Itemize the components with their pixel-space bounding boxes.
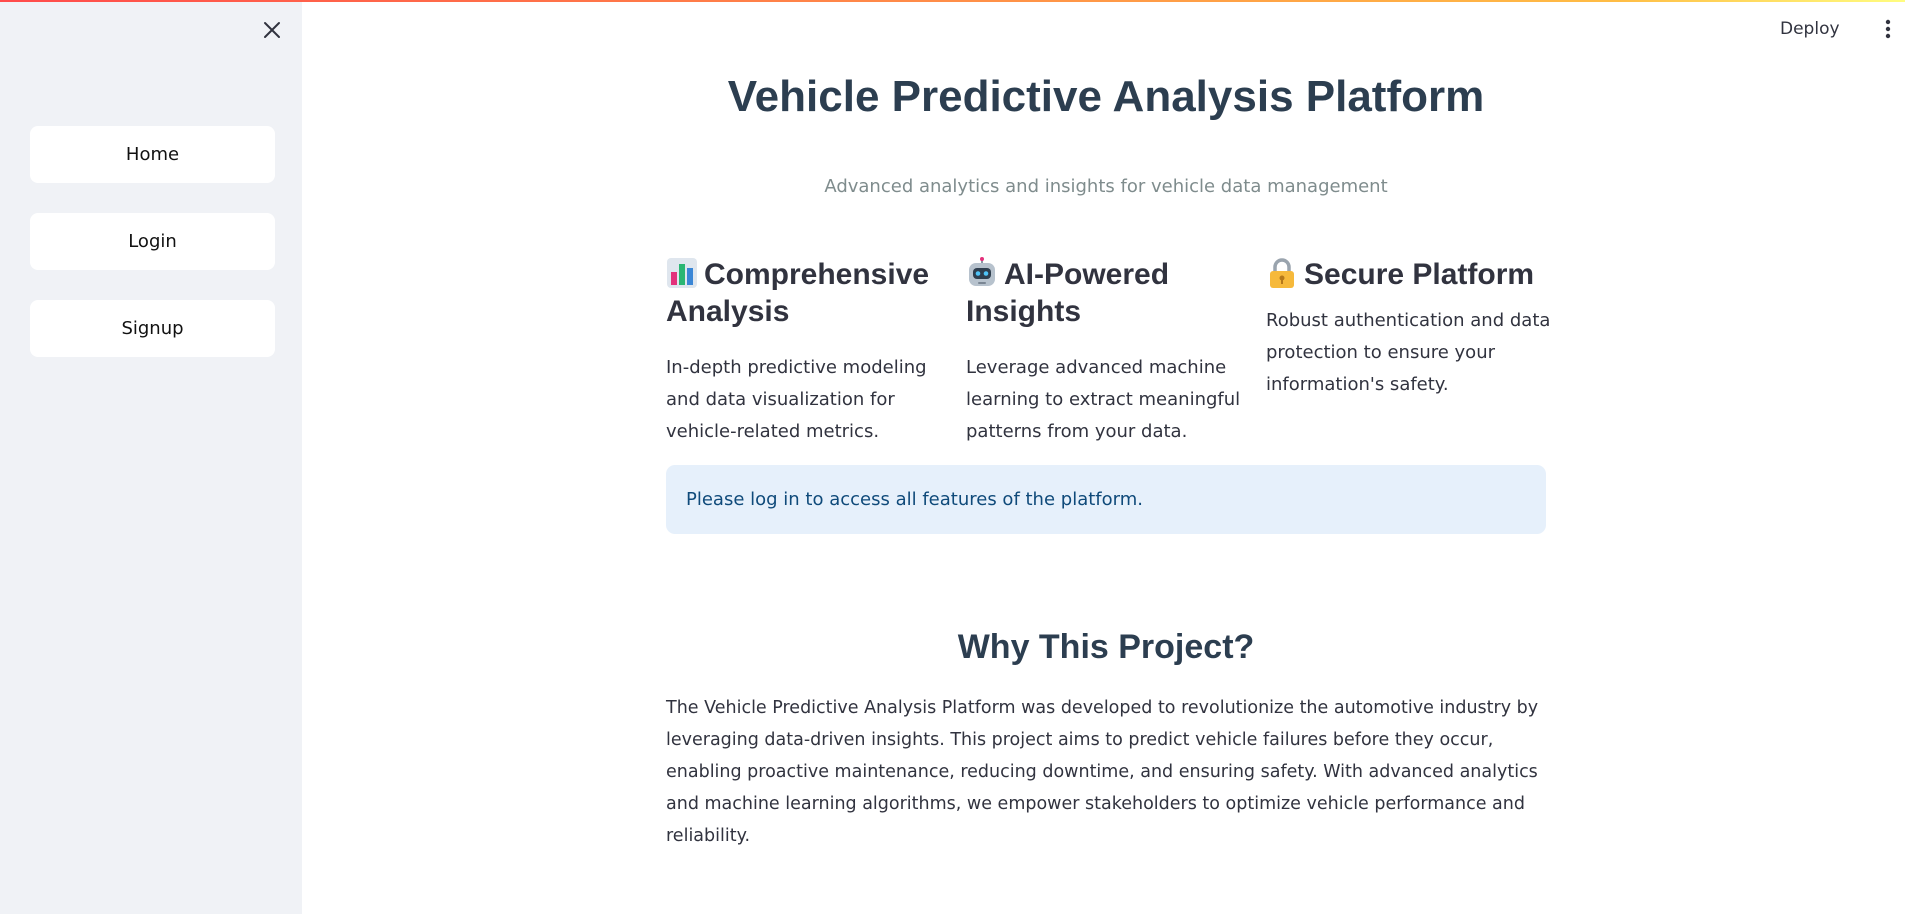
page-subtitle: Advanced analytics and insights for vehi… (824, 176, 1388, 197)
sidebar-item-label: Login (128, 231, 177, 252)
feature-card-ai: AI-Powered Insights Leverage advanced ma… (966, 256, 1256, 448)
feature-title: Comprehensive Analysis (666, 256, 956, 330)
bar-chart-icon (667, 258, 697, 288)
lock-icon (1270, 258, 1294, 288)
feature-card-analysis: Comprehensive Analysis In-depth predicti… (666, 256, 956, 448)
section-title-why: Why This Project? (957, 628, 1255, 666)
feature-title: Secure Platform (1266, 256, 1556, 293)
close-icon (264, 22, 280, 38)
deploy-button[interactable]: Deploy (1780, 16, 1840, 42)
info-message: Please log in to access all features of … (686, 489, 1143, 510)
sidebar-item-home[interactable]: Home (30, 126, 275, 183)
robot-icon (969, 257, 995, 286)
sidebar-item-label: Home (125, 144, 180, 165)
sidebar-item-login[interactable]: Login (30, 213, 275, 270)
sidebar-item-label: Signup (121, 318, 184, 339)
login-info-alert: Please log in to access all features of … (666, 465, 1546, 534)
kebab-menu-icon (1885, 19, 1891, 39)
feature-title: AI-Powered Insights (966, 256, 1256, 330)
section-paragraph-why: The Vehicle Predictive Analysis Platform… (666, 698, 1539, 846)
feature-title-text: Comprehensive Analysis (666, 258, 930, 328)
deploy-label: Deploy (1780, 19, 1840, 39)
main-menu-button[interactable] (1880, 14, 1896, 44)
feature-description: Robust authentication and data protectio… (1266, 310, 1551, 395)
feature-card-security: Secure Platform Robust authentication an… (1266, 256, 1556, 401)
sidebar-item-signup[interactable]: Signup (30, 300, 275, 357)
feature-description: Leverage advanced machine learning to ex… (966, 357, 1241, 442)
top-decoration-bar (0, 0, 1905, 2)
sidebar: Home Login Signup (0, 0, 302, 914)
feature-title-text: Secure Platform (1304, 258, 1535, 291)
close-sidebar-button[interactable] (258, 16, 286, 44)
page-title: Vehicle Predictive Analysis Platform (727, 72, 1485, 121)
feature-description: In-depth predictive modeling and data vi… (666, 357, 927, 442)
